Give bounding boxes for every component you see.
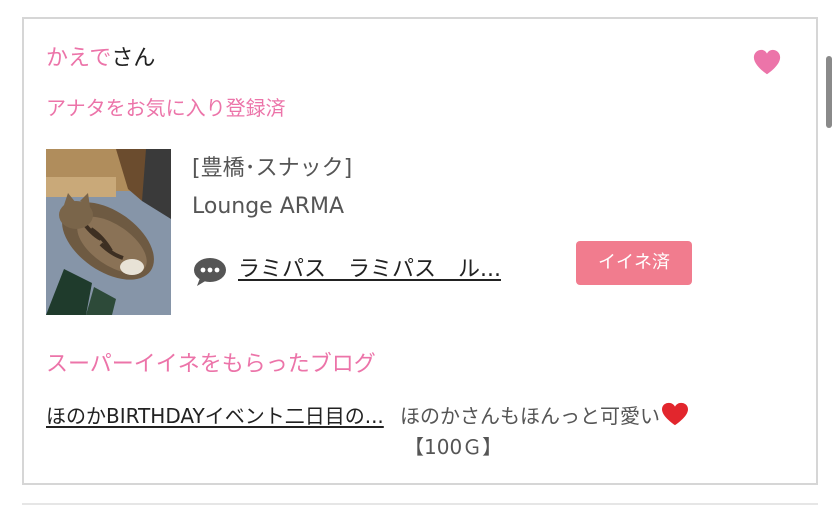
blog-points: 【100Ｇ】	[404, 435, 503, 459]
user-line: かえでさん	[46, 45, 155, 73]
comment-link[interactable]: ラミパス ラミパス ル...	[238, 255, 501, 285]
divider	[22, 503, 818, 505]
shop-photo[interactable]	[46, 149, 171, 315]
honorific: さん	[111, 46, 156, 71]
blog-comment-text: ほのかさんもほんっと可愛い	[400, 404, 660, 428]
review-card: かえでさん アナタをお気に入り登録済 [豊橋･スナック] Lounge ARMA	[22, 17, 818, 485]
speech-bubble-icon	[194, 258, 226, 286]
super-like-blog-heading: スーパーイイネをもらったブログ	[46, 352, 376, 377]
cat-photo-image	[46, 149, 171, 315]
favorite-status: アナタをお気に入り登録済	[46, 96, 286, 120]
heart-icon[interactable]	[752, 47, 782, 77]
shop-category: [豊橋･スナック]	[192, 156, 353, 181]
liked-badge[interactable]: イイネ済	[576, 241, 692, 285]
red-heart-icon	[662, 402, 688, 426]
blog-comment: ほのかさんもほんっと可愛い	[400, 401, 690, 432]
scrollbar[interactable]	[826, 56, 832, 128]
user-name-link[interactable]: かえで	[46, 46, 111, 71]
shop-name: Lounge ARMA	[192, 194, 345, 219]
blog-title-link[interactable]: ほのかBIRTHDAYイベント二日目の...	[46, 401, 398, 432]
